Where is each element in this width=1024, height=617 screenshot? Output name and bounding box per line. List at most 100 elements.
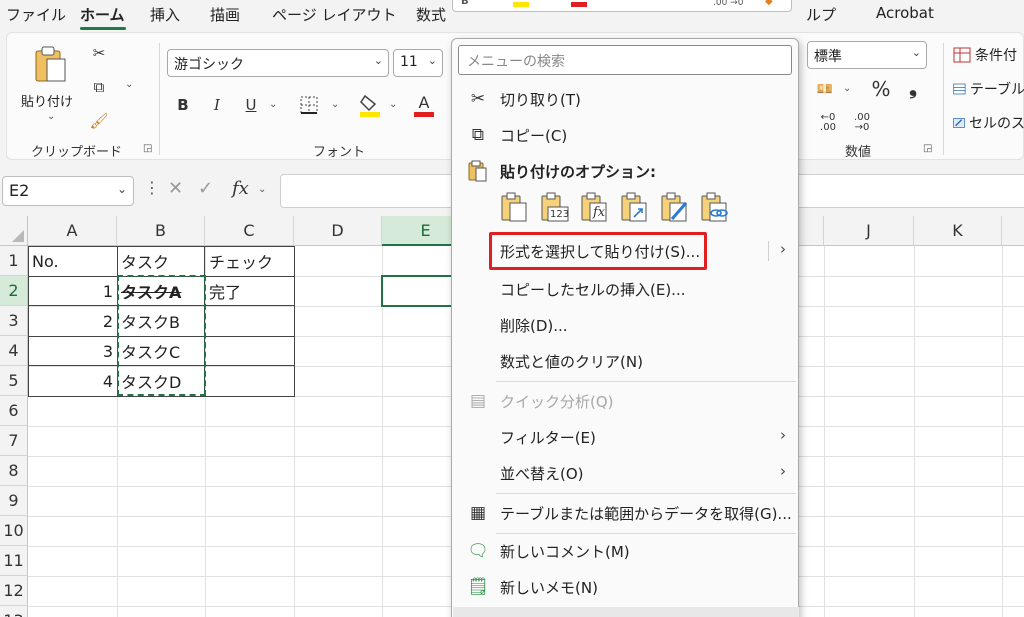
name-box[interactable]: E2 ⌄ <box>2 176 134 206</box>
column-header-j[interactable]: J <box>824 216 914 246</box>
paste-dropdown-icon[interactable]: ⌄ <box>47 111 55 122</box>
underline-button[interactable]: U <box>239 93 263 117</box>
underline-dropdown-icon[interactable]: ⌄ <box>269 99 277 110</box>
number-format-combo[interactable]: 標準 ⌄ <box>807 41 927 69</box>
row-header-4[interactable]: 4 <box>0 336 28 366</box>
cell-a4[interactable]: 3 <box>28 336 117 366</box>
copy-dropdown-icon[interactable]: ⌄ <box>125 79 133 90</box>
more-options-icon[interactable]: ⋮ <box>144 178 160 197</box>
row-header-6[interactable]: 6 <box>0 396 28 426</box>
cell-c5[interactable] <box>205 366 294 396</box>
cell-styles-button[interactable]: セルのス <box>953 113 1024 133</box>
row-header-8[interactable]: 8 <box>0 456 28 486</box>
row-header-10[interactable]: 10 <box>0 516 28 546</box>
paste-option-formatting-icon[interactable] <box>658 191 690 223</box>
paste-option-formulas-icon[interactable]: fx <box>578 191 610 223</box>
fill-color-dropdown-icon[interactable]: ⌄ <box>389 99 397 110</box>
mini-font-color-icon[interactable] <box>571 2 587 7</box>
tab-home[interactable]: ホーム <box>80 4 125 25</box>
row-header-13[interactable]: 13 <box>0 606 28 617</box>
row-header-7[interactable]: 7 <box>0 426 28 456</box>
mini-decimal-icon[interactable]: .00 →0 <box>713 0 743 8</box>
currency-icon[interactable]: 💴 <box>813 77 837 101</box>
cell-c3[interactable] <box>205 306 294 336</box>
row-header-12[interactable]: 12 <box>0 576 28 606</box>
currency-dropdown-icon[interactable]: ⌄ <box>843 83 851 94</box>
bold-button[interactable]: B <box>171 93 195 117</box>
format-as-table-button[interactable]: テーブル <box>953 79 1024 99</box>
paste-icon[interactable] <box>31 43 71 87</box>
menu-item-sort[interactable]: 並べ替え(O) › <box>452 455 798 491</box>
font-name-combo[interactable]: 游ゴシック ⌄ <box>167 49 389 77</box>
fill-color-icon[interactable] <box>357 91 383 119</box>
cell-c2[interactable]: 完了 <box>205 276 294 306</box>
decrease-decimal-button[interactable]: .00 →0 <box>847 111 877 135</box>
column-header-d[interactable]: D <box>294 216 382 246</box>
row-header-3[interactable]: 3 <box>0 306 28 336</box>
row-header-1[interactable]: 1 <box>0 246 28 276</box>
paste-option-transpose-icon[interactable] <box>618 191 650 223</box>
column-header-l[interactable] <box>1002 216 1024 246</box>
column-header-b[interactable]: B <box>117 216 205 246</box>
tab-file[interactable]: ファイル <box>6 4 66 25</box>
tab-help[interactable]: ルプ <box>806 4 836 25</box>
paste-button-label[interactable]: 貼り付け <box>21 91 73 110</box>
enter-icon[interactable]: ✓ <box>198 178 213 199</box>
tab-formulas[interactable]: 数式 <box>416 4 446 25</box>
borders-icon[interactable] <box>297 93 321 117</box>
cell-c4[interactable] <box>205 336 294 366</box>
menu-item-copy[interactable]: ⧉ コピー(C) <box>452 117 798 153</box>
italic-button[interactable]: I <box>205 93 229 117</box>
insert-function-button[interactable]: fx <box>232 178 249 199</box>
mini-toolbar[interactable]: B .00 →0 ◆ <box>452 0 792 12</box>
column-header-c[interactable]: C <box>205 216 294 246</box>
cell-a2[interactable]: 1 <box>28 276 117 306</box>
conditional-formatting-button[interactable]: 条件付 <box>953 45 1024 65</box>
column-header-k[interactable]: K <box>914 216 1002 246</box>
row-header-9[interactable]: 9 <box>0 486 28 516</box>
paste-option-link-icon[interactable] <box>698 191 730 223</box>
cell-a1[interactable]: No. <box>28 246 117 276</box>
cell-b1[interactable]: タスク <box>117 246 205 276</box>
menu-item-new-note[interactable]: 🗒 新しいメモ(N) <box>452 569 798 605</box>
menu-item-insert-copied-cells[interactable]: コピーしたセルの挿入(E)... <box>452 271 798 307</box>
menu-item-filter[interactable]: フィルター(E) › <box>452 419 798 455</box>
cell-a5[interactable]: 4 <box>28 366 117 396</box>
increase-decimal-button[interactable]: ←0 .00 <box>813 111 843 135</box>
mini-bold-icon[interactable]: B <box>461 0 469 7</box>
menu-item-new-comment[interactable]: 🗨 新しいコメント(M) <box>452 533 798 569</box>
cell-a3[interactable]: 2 <box>28 306 117 336</box>
menu-search-input[interactable]: メニューの検索 <box>458 45 792 75</box>
tab-page-layout[interactable]: ページ レイアウト <box>272 4 396 25</box>
tab-acrobat[interactable]: Acrobat <box>876 4 934 22</box>
menu-item-clear-contents[interactable]: 数式と値のクリア(N) <box>452 343 798 379</box>
font-size-combo[interactable]: 11 ⌄ <box>393 49 443 77</box>
select-all-button[interactable] <box>0 216 28 246</box>
paste-option-values-icon[interactable]: 123 <box>538 191 570 223</box>
borders-dropdown-icon[interactable]: ⌄ <box>331 99 339 110</box>
row-header-11[interactable]: 11 <box>0 546 28 576</box>
menu-item-partial[interactable] <box>453 607 799 617</box>
percent-button[interactable]: % <box>867 75 895 103</box>
function-dropdown-icon[interactable]: ⌄ <box>258 184 266 195</box>
tab-draw[interactable]: 描画 <box>210 4 240 25</box>
menu-item-get-data[interactable]: ▦ テーブルまたは範囲からデータを取得(G)... <box>452 495 798 531</box>
row-header-5[interactable]: 5 <box>0 366 28 396</box>
copy-icon[interactable]: ⧉ <box>87 75 111 99</box>
format-painter-icon[interactable]: 🖌 <box>87 109 111 133</box>
mini-fill-color-icon[interactable] <box>513 2 529 7</box>
number-launcher-icon[interactable]: ◲ <box>923 143 932 154</box>
column-header-a[interactable]: A <box>28 216 117 246</box>
font-color-button[interactable]: A <box>411 91 437 119</box>
cell-c1[interactable]: チェック <box>205 246 294 276</box>
cancel-icon[interactable]: ✕ <box>168 178 183 199</box>
paste-option-paste-icon[interactable] <box>498 191 530 223</box>
tab-insert[interactable]: 挿入 <box>150 4 180 25</box>
mini-format-painter-icon[interactable]: ◆ <box>765 0 773 7</box>
clipboard-launcher-icon[interactable]: ◲ <box>143 143 152 154</box>
cut-icon[interactable]: ✂ <box>87 41 111 65</box>
menu-item-cut[interactable]: ✂ 切り取り(T) <box>452 81 798 117</box>
comma-style-button[interactable]: ❟ <box>903 73 923 101</box>
row-header-2[interactable]: 2 <box>0 276 28 306</box>
menu-item-delete[interactable]: 削除(D)... <box>452 307 798 343</box>
